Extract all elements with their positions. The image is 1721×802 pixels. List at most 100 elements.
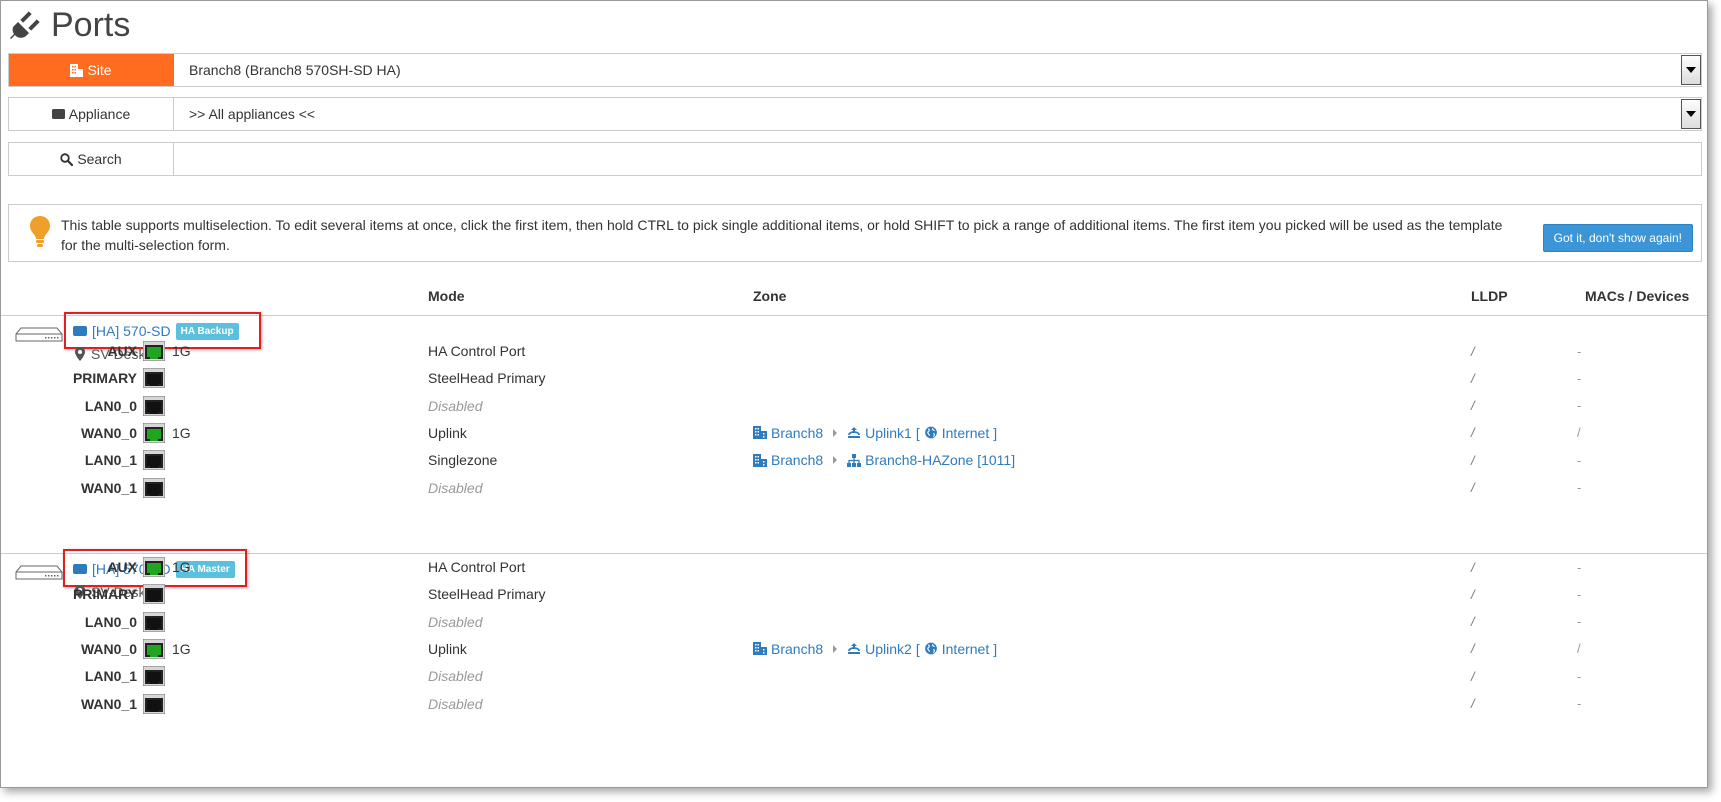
port-name: LAN0_1 (84, 452, 137, 469)
ethernet-port-icon (143, 477, 165, 498)
appliance-dropdown-button[interactable] (1681, 99, 1701, 129)
port-mode: Singlezone (428, 452, 498, 469)
uplink-icon (848, 643, 861, 655)
port-macs: - (1577, 614, 1582, 630)
ethernet-port-icon (143, 450, 165, 471)
column-header-macs[interactable]: MACs / Devices (1585, 288, 1689, 304)
port-row[interactable]: WAN0_1 Disabled / - (1, 689, 1707, 719)
port-row[interactable]: WAN0_1 Disabled / - (1, 473, 1707, 503)
port-macs: - (1577, 480, 1582, 495)
breadcrumb-separator-icon (833, 644, 838, 653)
appliance-label-text: Appliance (68, 106, 131, 122)
port-speed: 1G (172, 559, 191, 575)
port-name: WAN0_1 (80, 695, 137, 712)
dismiss-info-button[interactable]: Got it, don't show again! (1542, 224, 1693, 252)
zone-target-link[interactable]: Uplink2 (847, 641, 912, 657)
search-icon (60, 152, 74, 166)
site-dropdown-button[interactable] (1681, 55, 1701, 85)
port-row[interactable]: PRIMARY SteelHead Primary / - (1, 363, 1707, 393)
site-select[interactable]: Branch8 (Branch8 570SH-SD HA) (174, 54, 1701, 86)
port-lldp: / (1471, 641, 1475, 657)
port-zone: Branch8 Uplink2[Internet] (753, 641, 997, 657)
port-lldp: / (1471, 480, 1475, 495)
page-title-text: Ports (51, 5, 131, 44)
port-macs: - (1577, 696, 1582, 711)
site-filter: Site Branch8 (Branch8 570SH-SD HA) (8, 53, 1702, 87)
lightbulb-icon (30, 216, 50, 247)
column-header-mode[interactable]: Mode (428, 288, 465, 304)
port-mode: HA Control Port (428, 343, 526, 359)
port-mode: Disabled (428, 397, 483, 414)
port-mode: Uplink (428, 640, 467, 657)
page-title: Ports (9, 3, 130, 47)
port-name: AUX (107, 559, 137, 575)
appliance-filter: Appliance >> All appliances << (8, 97, 1702, 131)
ethernet-port-icon (143, 395, 165, 416)
site-label: Site (9, 54, 174, 86)
port-name: PRIMARY (72, 370, 137, 387)
port-macs: / (1577, 425, 1581, 441)
port-macs: - (1577, 668, 1582, 684)
column-header-lldp[interactable]: LLDP (1471, 288, 1508, 304)
port-macs: - (1577, 398, 1582, 414)
ethernet-port-active-icon (143, 341, 165, 361)
ports-window: Ports Site Branch8 (Branch8 570SH-SD HA)… (0, 0, 1708, 788)
zone-site-name: Branch8 (771, 640, 824, 657)
port-macs: - (1577, 343, 1582, 359)
port-macs: / (1577, 641, 1581, 657)
zone-bracket-close: ] (993, 640, 998, 657)
port-lldp: / (1471, 696, 1475, 711)
port-row[interactable]: LAN0_1 Singlezone Branch8 Branch8-HAZone [1… (1, 445, 1707, 475)
port-lldp: / (1471, 668, 1475, 684)
port-row[interactable]: LAN0_0 Disabled / - (1, 607, 1707, 637)
zone-site-link[interactable]: Branch8 (753, 425, 823, 441)
port-row[interactable]: PRIMARY SteelHead Primary / - (1, 579, 1707, 609)
port-mode: SteelHead Primary (428, 370, 546, 387)
port-speed: 1G (172, 640, 191, 657)
search-input[interactable] (174, 143, 1701, 175)
zone-bracket-open: [ (915, 424, 920, 441)
port-row[interactable]: AUX 1G HA Control Port / - (1, 336, 1707, 366)
port-row[interactable]: LAN0_0 Disabled / - (1, 391, 1707, 421)
building-icon (753, 453, 767, 467)
search-label-text: Search (77, 151, 122, 167)
info-text: This table supports multiselection. To e… (61, 217, 1503, 253)
column-header-zone[interactable]: Zone (753, 288, 786, 304)
uplink-icon (848, 427, 861, 439)
port-macs: - (1577, 559, 1582, 575)
zone-target-name: Uplink2 (865, 640, 912, 657)
zone-target-link[interactable]: Branch8-HAZone [1011] (847, 452, 1015, 468)
zone-network-link[interactable]: Internet (924, 641, 989, 657)
port-row[interactable]: WAN0_0 1G Uplink Branch8 Uplink1[Internet] / / (1, 418, 1707, 448)
building-icon (70, 63, 84, 77)
appliance-select[interactable]: >> All appliances << (174, 98, 1701, 130)
breadcrumb-separator-icon (833, 428, 838, 437)
multiselection-info: This table supports multiselection. To e… (8, 204, 1702, 262)
port-mode: Disabled (428, 479, 483, 496)
port-name: WAN0_0 (80, 424, 137, 441)
port-zone: Branch8 Branch8-HAZone [1011] (753, 452, 1015, 468)
zone-target-link[interactable]: Uplink1 (847, 425, 912, 441)
zone-site-name: Branch8 (771, 452, 824, 469)
port-lldp: / (1471, 343, 1475, 359)
port-name: AUX (107, 343, 137, 359)
port-row[interactable]: AUX 1G HA Control Port / - (1, 552, 1707, 582)
plug-icon (10, 11, 40, 39)
zone-site-link[interactable]: Branch8 (753, 452, 823, 468)
port-lldp: / (1471, 398, 1475, 414)
ethernet-port-icon (143, 611, 165, 632)
port-mode: Uplink (428, 424, 467, 441)
port-mode: Disabled (428, 613, 483, 630)
port-row[interactable]: LAN0_1 Disabled / - (1, 661, 1707, 691)
zone-site-link[interactable]: Branch8 (753, 641, 823, 657)
ethernet-port-active-icon (143, 638, 165, 659)
globe-icon (924, 427, 937, 439)
port-lldp: / (1471, 425, 1475, 441)
sitemap-icon (847, 453, 862, 467)
zone-bracket-open: [ (915, 640, 920, 657)
port-name: WAN0_0 (80, 640, 137, 657)
zone-network-link[interactable]: Internet (924, 425, 989, 441)
appliance-icon (73, 326, 87, 336)
port-row[interactable]: WAN0_0 1G Uplink Branch8 Uplink2[Internet] / / (1, 634, 1707, 664)
ethernet-port-icon (143, 693, 165, 714)
